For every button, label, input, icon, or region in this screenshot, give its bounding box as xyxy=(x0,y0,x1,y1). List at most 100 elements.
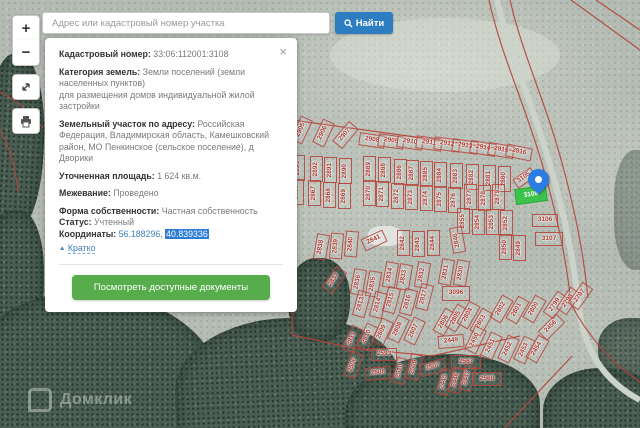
parcel-2831[interactable]: 2831 xyxy=(437,258,455,286)
parcel-label: 2892 xyxy=(311,161,319,177)
expand-icon xyxy=(22,83,30,91)
parcel-label: 2840 xyxy=(346,236,355,252)
print-button[interactable] xyxy=(12,108,40,134)
parcel-2873[interactable]: 2873 xyxy=(404,184,418,210)
close-icon[interactable]: × xyxy=(279,45,287,58)
parcel-label: 2850 xyxy=(500,239,508,255)
status-value: Учтенный xyxy=(94,217,134,227)
parcel-2830[interactable]: 2830 xyxy=(452,259,470,287)
area-row: Уточненная площадь: 1 624 кв.м. xyxy=(59,171,283,183)
parcel-label: 2849 xyxy=(514,240,522,256)
parcel-3107[interactable]: 3107 xyxy=(535,232,563,246)
field-label: Координаты: xyxy=(59,228,117,239)
parcel-2868[interactable]: 2868 xyxy=(322,182,336,208)
parcel-label: 2808 xyxy=(391,320,404,337)
parcel-2887[interactable]: 2887 xyxy=(405,160,419,186)
parcel-label: 2876 xyxy=(449,192,457,208)
parcel-label: 2802 xyxy=(493,300,507,317)
parcel-label: 2813 xyxy=(355,295,366,312)
parcel-label: 2887 xyxy=(407,165,415,181)
parcel-2884[interactable]: 2884 xyxy=(433,162,447,188)
parcel-label: 2842 xyxy=(398,235,406,251)
parcel-2885[interactable]: 2885 xyxy=(419,161,433,187)
parcel-2879[interactable]: 2879 xyxy=(491,184,505,210)
collapse-link[interactable]: ▲ Кратко xyxy=(59,243,283,255)
zoom-in-button[interactable]: + xyxy=(12,15,40,41)
find-button[interactable]: Найти xyxy=(335,12,393,34)
cadastral-number-value: 33:06:112001:3108 xyxy=(153,49,229,59)
map-canvas[interactable]: 2905 2906 2907 2908 2909 2910 2911 2912 2913 2914… xyxy=(0,0,640,428)
parcel-label: 2877 xyxy=(465,189,473,205)
parcel-3096[interactable]: 3096 xyxy=(442,285,470,301)
parcel-label: 2804 xyxy=(460,306,474,323)
parcel-2849[interactable]: 2849 xyxy=(512,235,526,261)
parcel-label: 2870 xyxy=(364,185,372,201)
parcel-2816[interactable]: 2816 xyxy=(398,287,418,317)
parcel-2854[interactable]: 2854 xyxy=(471,209,485,235)
parcel-2906[interactable]: 2906 xyxy=(311,118,335,148)
parcel-label: 2593 xyxy=(376,349,392,357)
parcel-2841[interactable]: 2841 xyxy=(360,229,388,251)
view-documents-button[interactable]: Посмотреть доступные документы xyxy=(72,274,270,300)
parcel-2852[interactable]: 2852 xyxy=(499,210,513,236)
parcel-label: 2830 xyxy=(455,265,465,281)
parcel-2844[interactable]: 2844 xyxy=(426,230,440,256)
parcel-label: 2831 xyxy=(440,264,450,280)
parcel-label: 2815 xyxy=(385,291,396,308)
parcel-2890[interactable]: 2890 xyxy=(338,158,352,184)
latitude-link[interactable]: 56.188296 xyxy=(119,229,161,239)
parcel-2839[interactable]: 2839 xyxy=(328,232,344,260)
parcel-label: 2568 xyxy=(479,374,495,382)
fullscreen-button[interactable] xyxy=(12,74,40,100)
parcel-2874[interactable]: 2874 xyxy=(419,185,433,211)
parcel-2850[interactable]: 2850 xyxy=(498,234,512,260)
parcel-label: 2891 xyxy=(325,162,333,178)
parcel-2837[interactable]: 2837 xyxy=(321,265,347,295)
parcel-2883[interactable]: 2883 xyxy=(449,163,463,189)
parcel-label: 2507 xyxy=(424,361,441,372)
parcel-label: 2454 xyxy=(529,340,543,357)
parcel-2878[interactable]: 2878 xyxy=(477,185,491,211)
search-input[interactable] xyxy=(42,12,330,34)
parcel-2449[interactable]: 2449 xyxy=(437,333,465,349)
parcel-2877[interactable]: 2877 xyxy=(463,184,477,210)
parcel-2838[interactable]: 2838 xyxy=(312,233,330,261)
parcel-2840[interactable]: 2840 xyxy=(343,230,359,258)
parcel-label: 2832 xyxy=(416,267,426,283)
parcel-label: 2816 xyxy=(402,293,413,310)
parcel-2889[interactable]: 2889 xyxy=(362,156,376,182)
parcel-label: 2885 xyxy=(421,166,429,182)
parcel-label: 2868 xyxy=(324,187,332,203)
parcel-2867[interactable]: 2867 xyxy=(307,180,321,206)
parcel-2506[interactable]: 2506 xyxy=(342,350,364,380)
parcel-3106[interactable]: 3106 xyxy=(532,213,558,227)
parcel-2593[interactable]: 2593 xyxy=(371,347,397,361)
parcel-label: 2451 xyxy=(484,337,497,354)
parcel-2888[interactable]: 2888 xyxy=(377,157,391,183)
parcel-2842[interactable]: 2842 xyxy=(396,230,410,256)
parcel-2891[interactable]: 2891 xyxy=(323,157,337,183)
parcel-2508[interactable]: 2508 xyxy=(364,365,392,381)
parcel-2509[interactable]: 2509 xyxy=(404,352,424,382)
parcel-label: 2839 xyxy=(331,238,340,254)
parcel-2870[interactable]: 2870 xyxy=(362,180,376,206)
longitude-selected[interactable]: 40.839336 xyxy=(165,228,209,239)
parcel-2568[interactable]: 2568 xyxy=(472,372,502,386)
parcel-label: 2449 xyxy=(443,336,459,345)
parcel-label: 2807 xyxy=(407,322,420,339)
parcel-label: 2508 xyxy=(370,368,386,377)
parcel-2843[interactable]: 2843 xyxy=(411,231,425,257)
parcel-2872[interactable]: 2872 xyxy=(390,183,404,209)
parcel-2875[interactable]: 2875 xyxy=(433,186,447,212)
parcel-label: 2843 xyxy=(413,236,421,252)
parcel-2892[interactable]: 2892 xyxy=(309,156,323,182)
parcel-2869[interactable]: 2869 xyxy=(337,183,351,209)
parcel-2907[interactable]: 2907 xyxy=(331,120,359,150)
parcel-label: 2867 xyxy=(309,185,317,201)
parcel-label: 2456 xyxy=(542,318,559,335)
parcel-2871[interactable]: 2871 xyxy=(375,181,389,207)
parcel-2853[interactable]: 2853 xyxy=(485,209,499,235)
parcel-label: 2854 xyxy=(473,214,481,230)
zoom-out-button[interactable]: − xyxy=(12,40,40,66)
parcel-2815[interactable]: 2815 xyxy=(381,285,401,315)
